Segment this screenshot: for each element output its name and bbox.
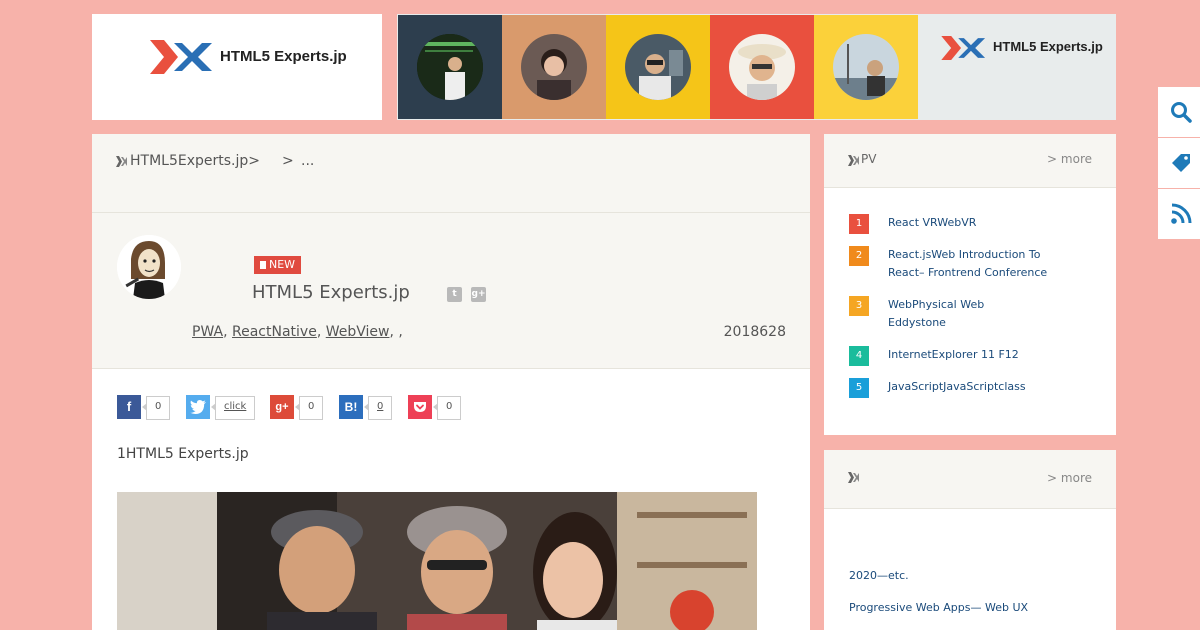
expert-photo — [729, 34, 795, 100]
featured-card: > more 2020—etc. Progressive Web Apps— W… — [824, 450, 1116, 630]
site-logo[interactable]: HTML5 Experts.jp — [92, 14, 382, 120]
search-icon — [1171, 102, 1192, 123]
share-count[interactable]: 0 — [363, 396, 393, 420]
featured-more-link[interactable]: > more — [1047, 471, 1092, 485]
tag-list: PWA, ReactNative, WebView, , — [192, 324, 403, 340]
rank-number: 3 — [849, 296, 869, 316]
side-tab-search[interactable] — [1158, 87, 1200, 137]
expert-photo — [833, 34, 899, 100]
banner-logo-mark-icon — [941, 36, 986, 60]
document-icon — [260, 261, 266, 269]
header-banner[interactable]: HTML5 Experts.jp — [397, 14, 1116, 120]
author-avatar[interactable] — [117, 235, 181, 299]
share-count: 0 — [141, 396, 171, 420]
banner-tile-5 — [814, 15, 918, 119]
new-badge: NEW — [254, 256, 302, 274]
breadcrumb-home[interactable]: HTML5Experts.jp> — [130, 153, 260, 169]
breadcrumb: HTML5Experts.jp> > ... — [92, 134, 810, 213]
tag-link[interactable]: WebView — [326, 324, 390, 340]
expert-photo — [417, 34, 483, 100]
article-photo — [117, 492, 757, 630]
ranking-link[interactable]: React.jsWeb Introduction To React– Front… — [888, 246, 1063, 282]
breadcrumb-current: ... — [301, 153, 315, 169]
tag-separator: , — [316, 324, 322, 340]
rank-number: 1 — [849, 214, 869, 234]
facebook-icon: f — [117, 395, 141, 419]
author-name[interactable]: HTML5 Experts.jp — [252, 282, 410, 303]
ranking-link[interactable]: WebPhysical Web Eddystone — [888, 296, 998, 332]
rank-number: 2 — [849, 246, 869, 266]
new-badge-label: NEW — [269, 258, 296, 271]
tag-separator: , — [223, 324, 228, 340]
share-count[interactable]: click — [210, 396, 256, 420]
pocket-icon — [408, 395, 432, 419]
side-tab-rss[interactable] — [1158, 189, 1200, 239]
banner-logo-text: HTML5 Experts.jp — [993, 39, 1103, 54]
ranking-more-link[interactable]: > more — [1047, 152, 1092, 166]
ranking-link[interactable]: JavaScriptJavaScriptclass — [888, 378, 1063, 396]
article-lead: 1HTML5 Experts.jp — [117, 446, 249, 462]
logo-mini-icon — [848, 155, 859, 166]
logo-mark-icon — [150, 40, 212, 74]
ranking-link[interactable]: InternetExplorer 11 F12 — [888, 346, 1063, 364]
twitter-small-icon[interactable]: t — [447, 287, 462, 302]
side-tab-tags[interactable] — [1158, 138, 1200, 188]
ranking-title: PV — [861, 152, 877, 166]
googleplus-small-icon[interactable]: g+ — [471, 287, 486, 302]
featured-card-header: > more — [824, 450, 1116, 509]
banner-tile-3 — [606, 15, 710, 119]
share-count: 0 — [294, 396, 324, 420]
featured-link[interactable]: 2020—etc. — [849, 569, 909, 582]
ranking-link[interactable]: React VRWebVR — [888, 214, 1063, 232]
banner-tile-1 — [398, 15, 502, 119]
article-card: HTML5Experts.jp> > ... NEW HTML5 Experts… — [92, 134, 810, 630]
expert-photo — [521, 34, 587, 100]
rank-number: 4 — [849, 346, 869, 366]
featured-link[interactable]: Progressive Web Apps— Web UX — [849, 601, 1028, 614]
breadcrumb-separator: > — [282, 153, 294, 169]
ranking-card: PV > more 1 React VRWebVR 2 React.jsWeb … — [824, 134, 1116, 435]
logo-mini-icon — [116, 156, 127, 167]
rss-icon — [1171, 203, 1192, 224]
publish-date: 2018628 — [723, 324, 786, 340]
tag-icon — [1172, 154, 1190, 172]
article-meta: NEW HTML5 Experts.jp t g+ PWA, ReactNati… — [92, 213, 810, 369]
tag-link[interactable]: PWA — [192, 324, 223, 340]
share-count: 0 — [432, 396, 462, 420]
rank-number: 5 — [849, 378, 869, 398]
googleplus-icon: g+ — [270, 395, 294, 419]
banner-tile-4 — [710, 15, 814, 119]
tag-link[interactable]: ReactNative — [232, 324, 317, 340]
logo-mini-icon — [848, 472, 859, 483]
logo-text: HTML5 Experts.jp — [220, 48, 347, 65]
hatena-icon: B! — [339, 395, 363, 419]
banner-tile-2 — [502, 15, 606, 119]
twitter-icon — [186, 395, 210, 419]
expert-photo — [625, 34, 691, 100]
ranking-card-header: PV > more — [824, 134, 1116, 188]
tag-tail: , , — [389, 324, 403, 340]
